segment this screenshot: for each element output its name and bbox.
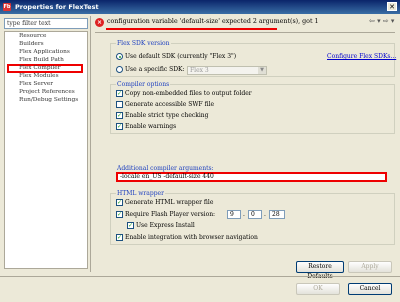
express-install-checkbox[interactable]: ✓ xyxy=(127,222,134,229)
tree-item-flex-build-path[interactable]: Flex Build Path xyxy=(19,57,64,63)
accessible-swf-label: Generate accessible SWF file xyxy=(125,101,215,108)
sdk-select[interactable]: Flex 3 ▼ xyxy=(187,66,267,75)
tree-item-builders[interactable]: Builders xyxy=(19,41,44,47)
html-wrapper-label: HTML wrapper xyxy=(116,190,165,197)
footer-separator xyxy=(0,276,400,277)
specific-sdk-label: Use a specific SDK: xyxy=(125,66,185,73)
require-flash-checkbox[interactable]: ✓ xyxy=(116,211,123,218)
browser-integration-label: Enable integration with browser navigati… xyxy=(125,234,258,241)
history-nav-icons[interactable]: ⇦ ▾ ⇨ ▾ xyxy=(369,17,395,25)
tree-item-project-references[interactable]: Project References xyxy=(19,89,75,95)
sdk-group-label: Flex SDK version xyxy=(116,40,171,47)
generate-html-checkbox[interactable]: ✓ xyxy=(116,199,123,206)
configure-sdks-link[interactable]: Configure Flex SDKs... xyxy=(327,53,396,60)
properties-dialog: Fb Properties for FlexTest ✕ type filter… xyxy=(0,0,400,302)
close-icon[interactable]: ✕ xyxy=(387,2,397,11)
tree-item-flex-applications[interactable]: Flex Applications xyxy=(19,49,70,55)
additional-args-input[interactable]: -locale en_US -default-size 440 xyxy=(116,172,387,182)
pane-divider[interactable] xyxy=(90,16,91,272)
cancel-button[interactable]: Cancel xyxy=(348,283,392,295)
flash-revision-input[interactable]: 28 xyxy=(269,210,285,219)
compiler-options-label: Compiler options xyxy=(116,81,171,88)
error-icon: × xyxy=(95,18,104,27)
copy-files-label: Copy non-embedded files to output folder xyxy=(125,90,252,97)
tree-item-run-debug-settings[interactable]: Run/Debug Settings xyxy=(19,97,78,103)
tree-item-flex-server[interactable]: Flex Server xyxy=(19,81,53,87)
flash-minor-input[interactable]: 0 xyxy=(248,210,262,219)
message-header: × configuration variable 'default-size' … xyxy=(95,16,395,30)
specific-sdk-radio[interactable] xyxy=(116,66,123,73)
restore-defaults-button[interactable]: Restore Defaults xyxy=(296,261,344,280)
strict-checking-checkbox[interactable]: ✓ xyxy=(116,112,123,119)
enable-warnings-checkbox[interactable]: ✓ xyxy=(116,123,123,130)
property-tree: Resource Builders Flex Applications Flex… xyxy=(4,31,88,269)
version-dot: . xyxy=(264,211,266,218)
generate-html-label: Generate HTML wrapper file xyxy=(125,199,214,206)
title-bar: Fb Properties for FlexTest ✕ xyxy=(0,0,400,14)
tree-item-resource[interactable]: Resource xyxy=(19,33,46,39)
default-sdk-label: Use default SDK (currently "Flex 3") xyxy=(125,53,237,60)
accessible-swf-checkbox[interactable] xyxy=(116,101,123,108)
error-underline xyxy=(106,28,277,30)
sdk-select-value: Flex 3 xyxy=(190,67,209,74)
ok-button[interactable]: OK xyxy=(296,283,340,295)
default-sdk-radio[interactable] xyxy=(116,53,123,60)
version-dot: . xyxy=(243,211,245,218)
strict-checking-label: Enable strict type checking xyxy=(125,112,209,119)
tree-item-flex-compiler[interactable]: Flex Compiler xyxy=(19,65,60,71)
filter-input[interactable]: type filter text xyxy=(4,18,88,29)
tree-item-flex-modules[interactable]: Flex Modules xyxy=(19,73,59,79)
header-separator xyxy=(95,32,395,33)
express-install-label: Use Express Install xyxy=(136,222,195,229)
error-message: configuration variable 'default-size' ex… xyxy=(107,18,319,25)
window-title: Properties for FlexTest xyxy=(15,3,99,11)
app-icon: Fb xyxy=(3,3,11,11)
copy-files-checkbox[interactable]: ✓ xyxy=(116,90,123,97)
apply-button[interactable]: Apply xyxy=(348,261,392,273)
browser-integration-checkbox[interactable]: ✓ xyxy=(116,234,123,241)
require-flash-label: Require Flash Player version: xyxy=(125,211,216,218)
additional-args-label: Additional compiler arguments: xyxy=(117,165,214,172)
chevron-down-icon: ▼ xyxy=(258,67,266,74)
flash-major-input[interactable]: 9 xyxy=(227,210,241,219)
enable-warnings-label: Enable warnings xyxy=(125,123,177,130)
